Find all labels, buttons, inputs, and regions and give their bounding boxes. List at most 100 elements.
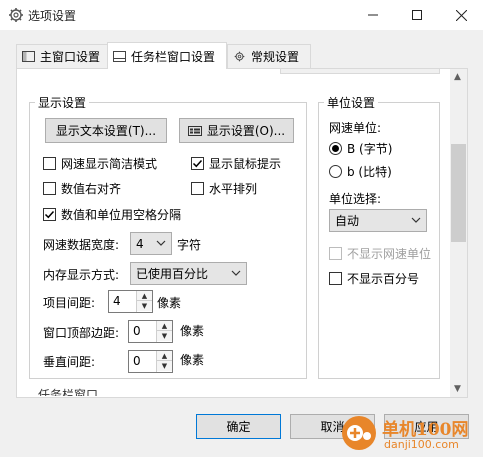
spinner-value: 0 [133,324,141,338]
item-spacing-label: 项目间距: [43,296,96,310]
tab-label: 主窗口设置 [40,50,101,64]
spinner-value: 0 [133,354,141,368]
checkmark-icon [192,159,203,168]
unit-select[interactable]: 自动 [329,209,427,232]
unit-bit-radio[interactable]: b (比特) [329,163,392,180]
next-section-label: 任务栏窗口 [38,388,99,396]
spinner-buttons: ▲ ▼ [136,291,152,312]
close-button[interactable] [439,0,483,30]
select-value: 自动 [335,214,360,228]
watermark: 单机100网 danji100.com [336,410,483,457]
checkbox-box[interactable] [43,208,56,221]
display-icon [187,125,202,136]
top-margin-spinner[interactable]: 0 ▲ ▼ [128,320,173,343]
checkbox-label: 数值右对齐 [61,182,122,196]
close-icon [455,9,467,21]
select-value: 已使用百分比 [136,267,209,281]
item-spacing-unit: 像素 [157,296,182,310]
radio-label: B (字节) [347,142,393,156]
checkbox-label: 数值和单位用空格分隔 [61,208,182,222]
display-settings-label: 显示设置 [35,94,90,111]
top-margin-label: 窗口顶部边距: [43,326,120,340]
checkbox-label: 网速显示简洁模式 [61,157,158,171]
watermark-url: danji100.com [384,438,459,451]
spin-up-icon[interactable]: ▲ [157,351,172,361]
simple-mode-checkbox[interactable]: 网速显示简洁模式 [43,155,157,172]
button-label: 显示文本设置(T)... [55,124,157,138]
space-separator-checkbox[interactable]: 数值和单位用空格分隔 [43,206,181,223]
chevron-down-icon [411,217,421,223]
tab-label: 任务栏窗口设置 [131,49,216,64]
checkbox-label: 显示鼠标提示 [209,157,282,171]
speed-width-label: 网速数据宽度: [43,238,120,252]
taskbar-icon [113,50,126,62]
tab-main-window[interactable]: 主窗口设置 [16,44,108,68]
button-label: 显示设置(O)... [206,124,286,138]
window-title: 选项设置 [28,9,77,23]
unit-select-label: 单位选择: [329,192,382,206]
tab-taskbar-window[interactable]: 任务栏窗口设置 [107,42,227,69]
memory-display-select[interactable]: 已使用百分比 [130,262,247,285]
radio-circle[interactable] [329,142,342,155]
spinner-value: 4 [113,294,121,308]
chevron-down-icon [231,270,241,276]
spin-up-icon[interactable]: ▲ [137,291,152,301]
vertical-spacing-unit: 像素 [180,353,205,367]
text-settings-button[interactable]: 显示文本设置(T)... [45,118,167,143]
tab-label: 常规设置 [251,50,300,64]
minimize-button[interactable] [351,0,395,30]
button-label: 确定 [226,420,251,434]
speed-width-unit: 字符 [177,238,202,252]
checkbox-box [329,247,342,260]
scrolled-out-control [280,69,440,74]
gear-icon [234,51,245,62]
display-settings-button[interactable]: 显示设置(O)... [179,118,294,143]
unit-settings-label: 单位设置 [324,94,379,111]
checkbox-label: 不显示网速单位 [347,247,432,261]
spinner-buttons: ▲ ▼ [156,351,172,372]
ok-button[interactable]: 确定 [196,414,281,439]
chevron-down-icon [156,240,166,246]
spin-up-icon[interactable]: ▲ [157,321,172,331]
vertical-scrollbar[interactable]: ▲ ▼ [450,69,467,397]
scrollbar-thumb[interactable] [451,144,466,242]
scroll-down-icon[interactable]: ▼ [454,385,461,394]
minimize-icon [368,14,378,16]
radio-circle[interactable] [329,165,342,178]
checkbox-box[interactable] [43,157,56,170]
hide-percent-checkbox[interactable]: 不显示百分号 [329,270,419,287]
radio-dot [332,145,339,152]
watermark-logo-icon [342,416,376,450]
spin-down-icon[interactable]: ▼ [157,361,172,371]
radio-label: b (比特) [347,165,392,179]
align-right-checkbox[interactable]: 数值右对齐 [43,180,121,197]
checkbox-box[interactable] [191,157,204,170]
title-bar: 选项设置 [0,0,483,30]
checkbox-label: 水平排列 [209,182,258,196]
checkbox-box[interactable] [43,182,56,195]
maximize-icon [412,10,422,20]
gear-icon [9,8,23,22]
checkbox-box[interactable] [191,182,204,195]
unit-byte-radio[interactable]: B (字节) [329,140,392,157]
hide-speed-unit-checkbox: 不显示网速单位 [329,245,431,262]
spin-down-icon[interactable]: ▼ [157,331,172,341]
item-spacing-spinner[interactable]: 4 ▲ ▼ [108,290,153,313]
window-icon [22,51,35,62]
tab-general[interactable]: 常规设置 [227,44,311,68]
speed-unit-label: 网速单位: [329,121,382,135]
vertical-spacing-spinner[interactable]: 0 ▲ ▼ [128,350,173,373]
maximize-button[interactable] [395,0,439,30]
memory-display-label: 内存显示方式: [43,268,120,282]
show-tooltip-checkbox[interactable]: 显示鼠标提示 [191,155,281,172]
checkbox-label: 不显示百分号 [347,272,420,286]
scroll-up-icon[interactable]: ▲ [454,73,461,82]
top-margin-unit: 像素 [180,324,205,338]
checkbox-box[interactable] [329,272,342,285]
vertical-spacing-label: 垂直间距: [43,355,96,369]
horizontal-layout-checkbox[interactable]: 水平排列 [191,180,257,197]
spin-down-icon[interactable]: ▼ [137,301,152,311]
checkmark-icon [44,210,55,219]
speed-width-select[interactable]: 4 [130,232,172,255]
select-value: 4 [136,236,144,251]
